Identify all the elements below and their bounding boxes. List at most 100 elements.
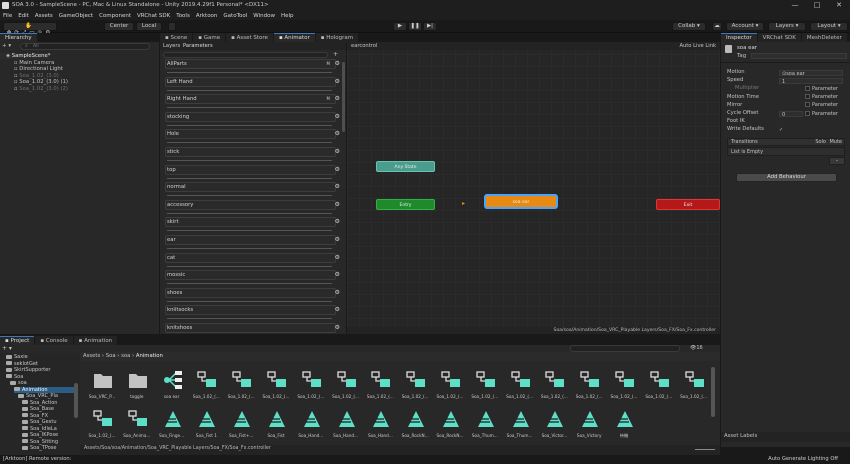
hierarchy-row[interactable]: ▫ Directional Light: [0, 66, 63, 72]
parameter-toggle[interactable]: Parameter: [805, 110, 838, 117]
parameter-search-input[interactable]: [163, 52, 328, 58]
subtab-layers[interactable]: Layers: [163, 42, 180, 50]
breadcrumb-item[interactable]: Soa: [106, 353, 116, 359]
hierarchy-add-button[interactable]: + ▾: [2, 43, 16, 50]
folder-tree-item[interactable]: Soa_Action: [22, 400, 57, 406]
parameter-row[interactable]: Left Hand ⚙: [162, 76, 342, 91]
asset-item[interactable]: Soa_Anima...: [121, 406, 153, 444]
folder-tree-item[interactable]: Saxie: [6, 354, 28, 360]
tab-meshdeleter[interactable]: MeshDeleter: [801, 33, 847, 42]
parameter-checkbox[interactable]: [805, 94, 810, 100]
asset-item[interactable]: toggle: [121, 367, 153, 405]
transform-tools[interactable]: ✋✥⟳⤢▭◎⚙: [3, 22, 57, 36]
field-value[interactable]: ✓: [779, 127, 783, 133]
parameter-row[interactable]: Hole ⚙: [162, 129, 342, 144]
parameter-toggle[interactable]: Parameter: [805, 85, 838, 92]
step-button[interactable]: ▶|: [423, 22, 437, 31]
menu-item-3[interactable]: GameObject: [59, 13, 93, 19]
maximize-button[interactable]: □: [806, 0, 828, 11]
folder-tree-scrollbar[interactable]: [74, 383, 78, 418]
any-state-node[interactable]: Any State: [376, 161, 435, 172]
gear-icon[interactable]: ⚙: [335, 289, 340, 297]
parameter-row[interactable]: normal ⚙: [162, 182, 342, 197]
tab-console[interactable]: ▪ Console: [35, 336, 73, 345]
menu-item-5[interactable]: VRChat SDK: [137, 13, 170, 19]
tab-hologram[interactable]: ▪ Hologram: [315, 33, 359, 42]
asset-item[interactable]: Soa_RockN...: [434, 406, 466, 444]
subtab-parameters[interactable]: Parameters: [183, 42, 213, 50]
parameter-row[interactable]: accessory ⚙: [162, 199, 342, 214]
tab-hierarchy[interactable]: Hierarchy: [0, 33, 37, 42]
parameter-row[interactable]: ear ⚙: [162, 235, 342, 249]
asset-item[interactable]: Soa_1.02_(...: [643, 367, 675, 405]
gear-icon[interactable]: ⚙: [335, 78, 340, 86]
tab-inspector[interactable]: Inspector: [721, 33, 757, 42]
hierarchy-row[interactable]: ▫ Soa_1.02_(3.0): [0, 73, 59, 79]
gear-icon[interactable]: ⚙: [335, 113, 340, 121]
asset-item[interactable]: Soa_Finge...: [156, 406, 188, 444]
parameter-checkbox[interactable]: [805, 110, 810, 116]
asset-item[interactable]: Soa_RockN...: [399, 406, 431, 444]
asset-item[interactable]: Soa_Fist 1: [190, 406, 222, 444]
asset-item[interactable]: Soa_Thum...: [469, 406, 501, 444]
gear-icon[interactable]: ⚙: [335, 95, 340, 103]
asset-item[interactable]: Soa_1.02_(...: [364, 367, 396, 405]
menu-item-6[interactable]: Tools: [176, 13, 190, 19]
tab-game[interactable]: ▪ Game: [193, 33, 226, 42]
hierarchy-row[interactable]: ▫ Main Camera: [0, 60, 54, 66]
pivot-toggle[interactable]: Center: [104, 22, 134, 31]
parameter-row[interactable]: stick ⚙: [162, 147, 342, 161]
default-state-node[interactable]: soa ear: [484, 194, 558, 209]
hierarchy-row[interactable]: ▫ Soa_1.02_(3.0) (2): [0, 86, 68, 92]
asset-item[interactable]: Soa_1.02_(...: [330, 367, 362, 405]
menu-item-0[interactable]: File: [3, 13, 12, 19]
gear-icon[interactable]: ⚙: [335, 324, 340, 332]
folder-tree-item[interactable]: Animation: [14, 386, 74, 393]
menu-item-1[interactable]: Edit: [18, 13, 29, 19]
tab-asset-store[interactable]: ▪ Asset Store: [226, 33, 273, 42]
auto-live-link-toggle[interactable]: Auto Live Link: [679, 42, 716, 50]
asset-item[interactable]: Soa_1.02_(...: [573, 367, 605, 405]
field-value[interactable]: 1: [779, 77, 843, 85]
parameter-row[interactable]: skirt ⚙: [162, 217, 342, 232]
parameter-row[interactable]: shoes ⚙: [162, 287, 342, 302]
tab-animation[interactable]: ▪ Animation: [73, 336, 118, 345]
folder-tree-item[interactable]: Soa_IdleLa: [22, 426, 57, 432]
asset-item[interactable]: Soa_1.02_(...: [469, 367, 501, 405]
tab-vrchat-sdk[interactable]: VRChat SDK: [757, 33, 801, 42]
breadcrumb-item[interactable]: Animation: [136, 353, 163, 359]
folder-tree-item[interactable]: Soa_Base: [22, 406, 54, 412]
asset-item[interactable]: Soa_Thum...: [504, 406, 536, 444]
folder-tree-item[interactable]: Soa_IKPose: [22, 432, 58, 438]
menu-item-8[interactable]: GatoTool: [223, 13, 247, 19]
parameter-toggle[interactable]: Parameter: [805, 102, 838, 108]
add-parameter-button[interactable]: +: [333, 51, 338, 58]
asset-item[interactable]: Soa_Hand...: [295, 406, 327, 444]
parameter-row[interactable]: cat ⚙: [162, 252, 342, 267]
gear-icon[interactable]: ⚙: [335, 60, 340, 68]
parameter-row[interactable]: top ⚙: [162, 164, 342, 179]
folder-tree-item[interactable]: SkirtSupporter: [6, 367, 50, 373]
asset-item[interactable]: Soa_1.02_(...: [225, 367, 257, 405]
grid-snap-button[interactable]: [168, 22, 176, 31]
menu-item-9[interactable]: Window: [253, 13, 275, 19]
tab-animator[interactable]: ▪ Animator: [273, 33, 315, 42]
parameters-scrollbar[interactable]: [342, 62, 345, 132]
asset-item[interactable]: Soa_1.02_(...: [399, 367, 431, 405]
tab-project[interactable]: ▪ Project: [0, 336, 35, 345]
layout-dropdown[interactable]: Layout ▾: [810, 22, 848, 31]
asset-item[interactable]: Soa_1.02_(...: [260, 367, 292, 405]
hierarchy-row[interactable]: ▫ Soa_1.02_(3.0) (1): [0, 79, 68, 85]
breadcrumb-item[interactable]: soa: [121, 353, 130, 359]
menu-item-4[interactable]: Component: [99, 13, 131, 19]
asset-item[interactable]: Soa_1.02_(...: [608, 367, 640, 405]
asset-item[interactable]: Soa_Victor...: [538, 406, 570, 444]
gear-icon[interactable]: ⚙: [335, 271, 340, 279]
folder-tree-item[interactable]: seklotGet: [6, 361, 38, 367]
parameter-checkbox[interactable]: [805, 85, 810, 91]
field-value[interactable]: 0: [779, 110, 803, 118]
parameter-toggle[interactable]: Parameter: [805, 94, 838, 100]
space-toggle[interactable]: Local: [136, 22, 162, 31]
gear-icon[interactable]: ⚙: [335, 183, 340, 191]
asset-item[interactable]: Soa_1.02_(...: [678, 367, 710, 405]
